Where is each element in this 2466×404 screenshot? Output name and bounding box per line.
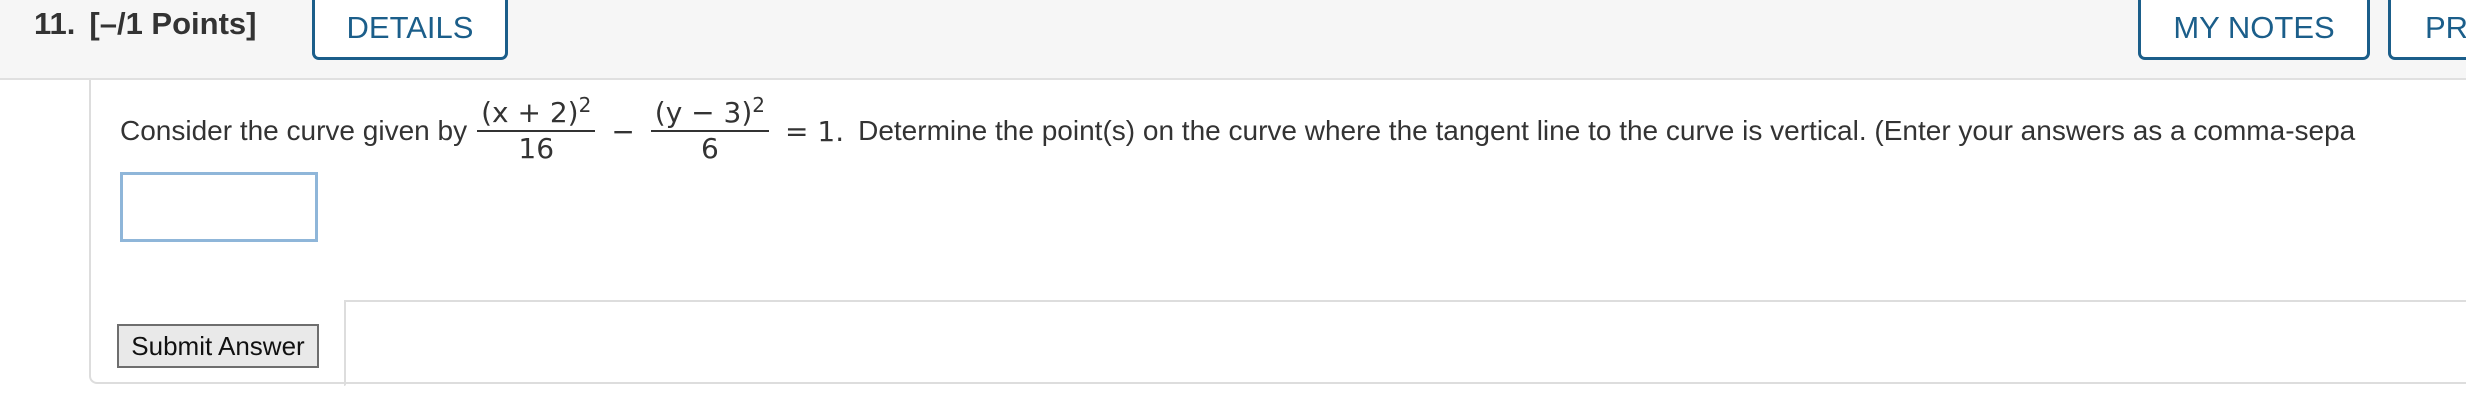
- panel-divider: [344, 300, 2466, 302]
- equals-one: = 1.: [785, 114, 845, 148]
- question-text: Consider the curve given by (x + 2)2 16 …: [120, 93, 2356, 166]
- details-button[interactable]: DETAILS: [312, 0, 508, 60]
- answer-input[interactable]: [120, 172, 318, 242]
- panel-divider-corner: [344, 300, 346, 386]
- submit-answer-button[interactable]: Submit Answer: [117, 324, 319, 368]
- fraction-x-numerator-base: (x + 2): [481, 96, 579, 129]
- fraction-y-numerator: (y − 3)2: [650, 93, 770, 132]
- fraction-y-exponent: 2: [752, 93, 766, 117]
- question-number: 11.: [34, 6, 76, 41]
- fraction-y-denominator: 6: [700, 132, 719, 165]
- fraction-x-numerator: (x + 2)2: [477, 93, 596, 132]
- my-notes-button[interactable]: MY NOTES: [2138, 0, 2370, 60]
- question-header: 11. [–/1 Points] DETAILS MY NOTES PRA: [0, 0, 2466, 80]
- question-instructions: Determine the point(s) on the curve wher…: [858, 115, 2356, 146]
- fraction-x: (x + 2)2 16: [477, 93, 596, 166]
- fraction-y: (y − 3)2 6: [650, 93, 770, 166]
- fraction-y-numerator-base: (y − 3): [654, 96, 753, 129]
- minus-operator: −: [611, 114, 635, 148]
- question-number-label: 11. [–/1 Points]: [34, 2, 256, 46]
- points-label: [–/1 Points]: [89, 6, 257, 41]
- fraction-x-denominator: 16: [518, 132, 555, 165]
- question-prefix: Consider the curve given by: [120, 115, 468, 146]
- practice-button[interactable]: PRA: [2388, 0, 2466, 60]
- fraction-x-exponent: 2: [578, 93, 592, 117]
